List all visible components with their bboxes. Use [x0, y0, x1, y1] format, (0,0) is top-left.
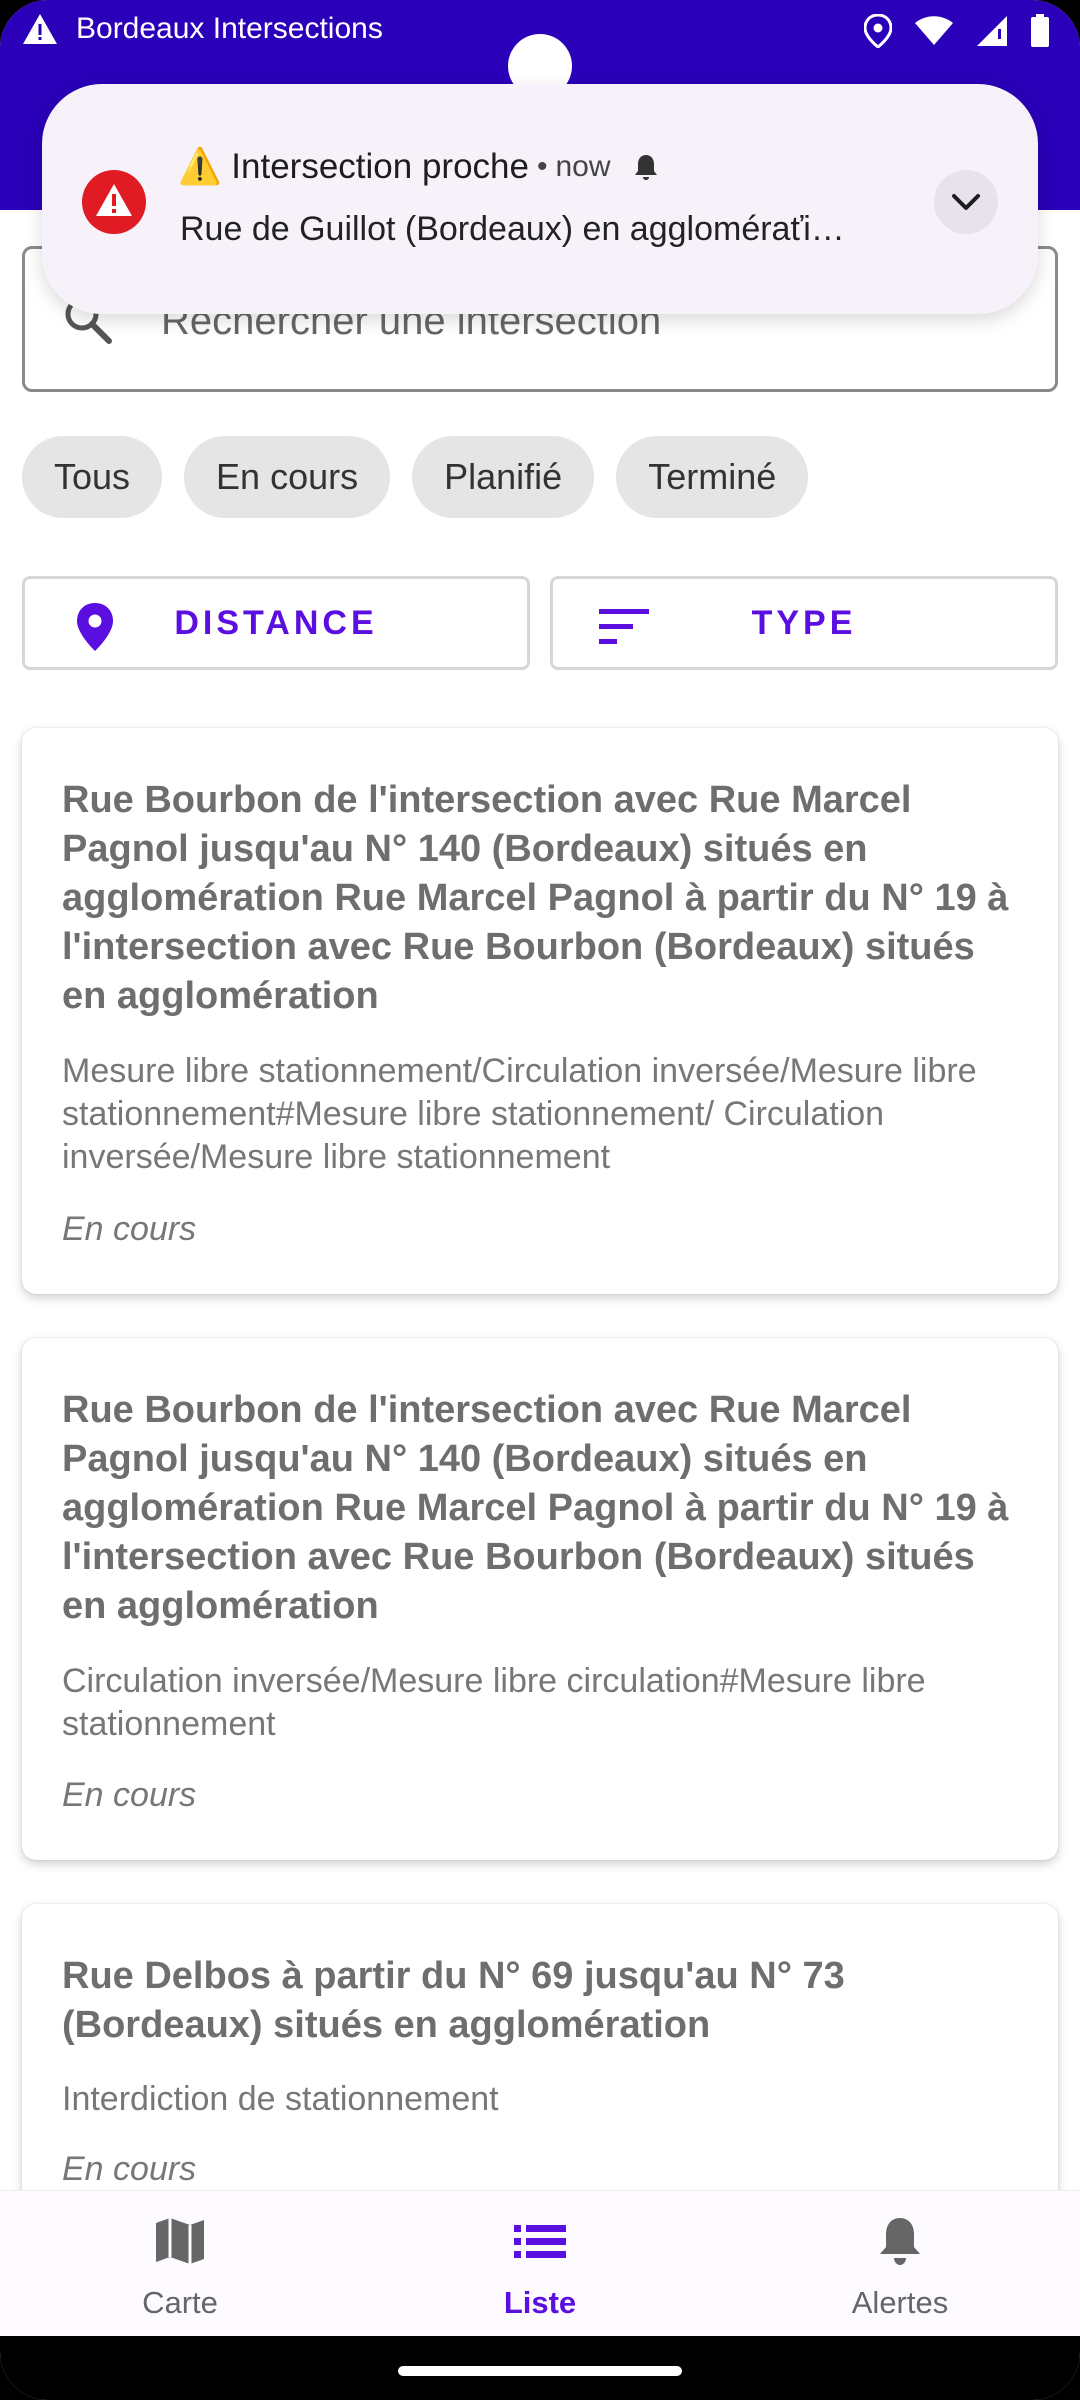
home-gesture-bar[interactable] — [398, 2366, 682, 2376]
map-icon — [156, 2218, 204, 2264]
intersection-card[interactable]: Rue Bourbon de l'intersection avec Rue M… — [22, 728, 1058, 1294]
notification-time: now — [555, 149, 611, 183]
sort-type-button[interactable]: TYPE — [550, 576, 1058, 670]
gesture-area — [0, 2336, 1080, 2400]
bell-alert-icon — [634, 154, 657, 180]
card-status: En cours — [62, 1776, 197, 1814]
card-description: Mesure libre stationnement/Circulation i… — [62, 1052, 977, 1176]
bottom-navigation: Carte Liste Alertes — [0, 2190, 1080, 2336]
alert-icon — [82, 170, 146, 234]
location-icon — [864, 14, 892, 48]
notification-expand-button[interactable] — [934, 170, 998, 234]
notification-text: Rue de Guillot (Bordeaux) en aggloméraťi… — [180, 210, 845, 248]
battery-icon — [1031, 14, 1049, 47]
nav-label: Carte — [142, 2285, 218, 2320]
chip-in-progress[interactable]: En cours — [184, 436, 391, 518]
nav-item-liste[interactable]: Liste — [360, 2191, 720, 2337]
chip-all[interactable]: Tous — [22, 436, 163, 518]
chevron-down-icon — [952, 194, 980, 210]
bell-icon — [880, 2218, 920, 2265]
card-description: Circulation inversée/Mesure libre circul… — [62, 1662, 926, 1743]
filter-chips: Tous En cours Planifié Terminé — [22, 436, 809, 518]
card-title: Rue Bourbon de l'intersection avec Rue M… — [62, 779, 1009, 1017]
signal-icon — [977, 16, 1007, 46]
card-title: Rue Bourbon de l'intersection avec Rue M… — [62, 1389, 1009, 1627]
notification-separator: • — [536, 149, 548, 183]
list-icon — [514, 2225, 566, 2258]
card-status: En cours — [62, 1210, 197, 1248]
sort-distance-button[interactable]: DISTANCE — [22, 576, 530, 670]
nav-label: Alertes — [851, 2285, 949, 2320]
notification-title: ⚠️ Intersection proche — [178, 147, 529, 186]
app-screen: Bordeaux Intersections Rechercher une in… — [0, 0, 1080, 2400]
wifi-icon — [915, 16, 953, 45]
sort-distance-label: DISTANCE — [174, 603, 378, 642]
heads-up-notification[interactable]: ⚠️ Intersection proche • now Rue de Guil… — [42, 84, 1038, 314]
nav-item-alertes[interactable]: Alertes — [720, 2191, 1080, 2337]
card-title: Rue Delbos à partir du N° 69 jusqu'au N°… — [62, 1955, 845, 2046]
card-description: Interdiction de stationnement — [62, 2080, 499, 2118]
notification-header: ⚠️ Intersection proche • now — [178, 146, 661, 187]
nav-item-carte[interactable]: Carte — [0, 2191, 360, 2337]
chip-finished[interactable]: Terminé — [616, 436, 809, 518]
nav-label: Liste — [503, 2285, 577, 2320]
warning-icon — [23, 14, 57, 44]
chip-planned[interactable]: Planifié — [412, 436, 595, 518]
intersection-card[interactable]: Rue Bourbon de l'intersection avec Rue M… — [22, 1338, 1058, 1860]
status-app-title: Bordeaux Intersections — [76, 12, 383, 45]
card-status: En cours — [62, 2150, 197, 2188]
sort-type-label: TYPE — [751, 603, 857, 642]
